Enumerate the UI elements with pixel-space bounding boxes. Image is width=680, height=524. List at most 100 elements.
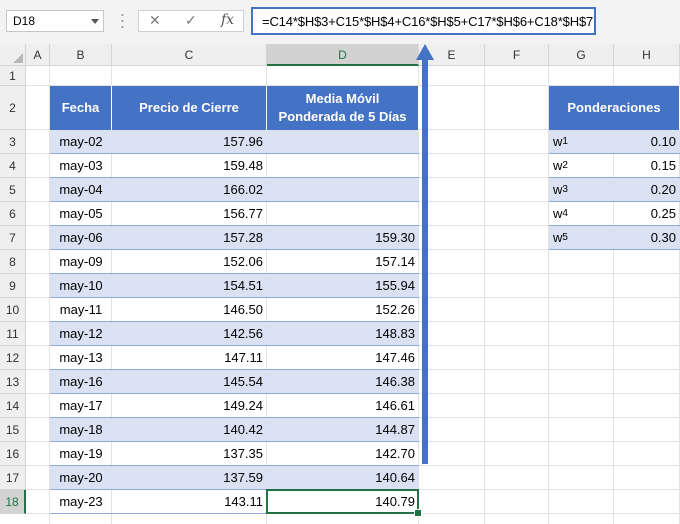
cell-media-movil[interactable]: 152.26 [267, 298, 419, 322]
row-header-2[interactable]: 2 [0, 86, 26, 130]
row-header-1[interactable]: 1 [0, 66, 26, 86]
cell-weight-label[interactable]: w4 [549, 202, 614, 226]
cell-weight-value[interactable]: 0.10 [614, 130, 680, 154]
header-fecha: Fecha [50, 86, 112, 130]
column-header-f[interactable]: F [485, 44, 549, 66]
cell-media-movil[interactable]: 155.94 [267, 274, 419, 298]
chevron-down-icon[interactable] [91, 19, 99, 24]
row-header-7[interactable]: 7 [0, 226, 26, 250]
cell-precio[interactable]: 143.11 [112, 490, 267, 514]
cell-fecha[interactable]: may-09 [50, 250, 112, 274]
cell-media-movil[interactable]: 144.87 [267, 418, 419, 442]
cell-precio[interactable]: 156.77 [112, 202, 267, 226]
cell-precio[interactable]: 137.59 [112, 466, 267, 490]
cell-fecha[interactable]: may-19 [50, 442, 112, 466]
cell-precio[interactable]: 146.50 [112, 298, 267, 322]
cell-fecha[interactable]: may-06 [50, 226, 112, 250]
selected-cell[interactable] [266, 489, 419, 514]
row-header-17[interactable]: 17 [0, 466, 26, 490]
cell-media-movil[interactable] [267, 154, 419, 178]
cell-media-movil[interactable]: 140.64 [267, 466, 419, 490]
cell-precio[interactable]: 152.06 [112, 250, 267, 274]
cell-weight-label[interactable]: w1 [549, 130, 614, 154]
cell-weight-label[interactable]: w2 [549, 154, 614, 178]
cell-precio[interactable]: 157.28 [112, 226, 267, 250]
cell-fecha[interactable]: may-20 [50, 466, 112, 490]
row-header-9[interactable]: 9 [0, 274, 26, 298]
cell-fecha[interactable]: may-13 [50, 346, 112, 370]
row-header-14[interactable]: 14 [0, 394, 26, 418]
row-header-12[interactable]: 12 [0, 346, 26, 370]
cell-fecha[interactable]: may-02 [50, 130, 112, 154]
formula-input[interactable]: =C14*$H$3+C15*$H$4+C16*$H$5+C17*$H$6+C18… [251, 7, 596, 35]
grip-dots-icon[interactable] [121, 12, 124, 30]
header-ponderaciones: Ponderaciones [549, 86, 680, 130]
column-header-b[interactable]: B [50, 44, 112, 66]
row-header-18[interactable]: 18 [0, 490, 26, 514]
fill-handle[interactable] [414, 509, 422, 517]
cell-media-movil[interactable]: 142.70 [267, 442, 419, 466]
column-header-a[interactable]: A [26, 44, 50, 66]
enter-icon[interactable]: ✓ [185, 12, 197, 29]
cell-precio[interactable]: 147.11 [112, 346, 267, 370]
cell-precio[interactable]: 166.02 [112, 178, 267, 202]
cell-precio[interactable]: 149.24 [112, 394, 267, 418]
cell-precio[interactable]: 145.54 [112, 370, 267, 394]
row-header-4[interactable]: 4 [0, 154, 26, 178]
cell-fecha[interactable]: may-04 [50, 178, 112, 202]
cell-fecha[interactable]: may-11 [50, 298, 112, 322]
cell-weight-value[interactable]: 0.15 [614, 154, 680, 178]
cell-fecha[interactable]: may-10 [50, 274, 112, 298]
row-header-11[interactable]: 11 [0, 322, 26, 346]
weight-subscript: 1 [562, 136, 568, 147]
row-header-15[interactable]: 15 [0, 418, 26, 442]
cell-media-movil[interactable] [267, 202, 419, 226]
column-header-e[interactable]: E [419, 44, 485, 66]
spreadsheet-grid[interactable]: ABCDEFGH 1 2 3 4 5 6 7 8 9 10 11 12 13 14 15 16 17 18 Fec… [0, 44, 680, 524]
cell-media-movil[interactable]: 147.46 [267, 346, 419, 370]
cell-media-movil[interactable]: 157.14 [267, 250, 419, 274]
cell-fecha[interactable]: may-03 [50, 154, 112, 178]
gridline-vertical [484, 66, 485, 524]
row-header-5[interactable]: 5 [0, 178, 26, 202]
column-header-h[interactable]: H [614, 44, 680, 66]
row-header-13[interactable]: 13 [0, 370, 26, 394]
cell-media-movil[interactable] [267, 178, 419, 202]
column-header-c[interactable]: C [112, 44, 267, 66]
cell-fecha[interactable]: may-18 [50, 418, 112, 442]
cell-fecha[interactable]: may-23 [50, 490, 112, 514]
cell-precio[interactable]: 137.35 [112, 442, 267, 466]
row-header-8[interactable]: 8 [0, 250, 26, 274]
header-precio-de-cierre: Precio de Cierre [112, 86, 267, 130]
cell-fecha[interactable]: may-17 [50, 394, 112, 418]
cell-media-movil[interactable]: 148.83 [267, 322, 419, 346]
row-header-3[interactable]: 3 [0, 130, 26, 154]
cell-fecha[interactable]: may-05 [50, 202, 112, 226]
cell-fecha[interactable]: may-12 [50, 322, 112, 346]
cell-precio[interactable]: 159.48 [112, 154, 267, 178]
cell-weight-value[interactable]: 0.20 [614, 178, 680, 202]
formula-text: =C14*$H$3+C15*$H$4+C16*$H$5+C17*$H$6+C18… [262, 14, 594, 29]
column-header-g[interactable]: G [549, 44, 614, 66]
name-box[interactable]: D18 [6, 10, 104, 32]
column-header-d[interactable]: D [267, 44, 419, 66]
cancel-icon[interactable]: ✕ [149, 12, 161, 29]
cell-media-movil[interactable]: 146.61 [267, 394, 419, 418]
cell-precio[interactable]: 157.96 [112, 130, 267, 154]
cell-weight-value[interactable]: 0.25 [614, 202, 680, 226]
select-all-button[interactable] [0, 44, 26, 66]
cell-fecha[interactable]: may-16 [50, 370, 112, 394]
cell-weight-label[interactable]: w3 [549, 178, 614, 202]
cell-weight-label[interactable]: w5 [549, 226, 614, 250]
row-header-10[interactable]: 10 [0, 298, 26, 322]
row-header-16[interactable]: 16 [0, 442, 26, 466]
cell-precio[interactable]: 142.56 [112, 322, 267, 346]
cell-precio[interactable]: 154.51 [112, 274, 267, 298]
cell-media-movil[interactable]: 146.38 [267, 370, 419, 394]
row-header-6[interactable]: 6 [0, 202, 26, 226]
cell-weight-value[interactable]: 0.30 [614, 226, 680, 250]
cell-precio[interactable]: 140.42 [112, 418, 267, 442]
cell-media-movil[interactable]: 159.30 [267, 226, 419, 250]
cell-media-movil[interactable] [267, 130, 419, 154]
insert-function-icon[interactable]: fx [221, 12, 234, 28]
